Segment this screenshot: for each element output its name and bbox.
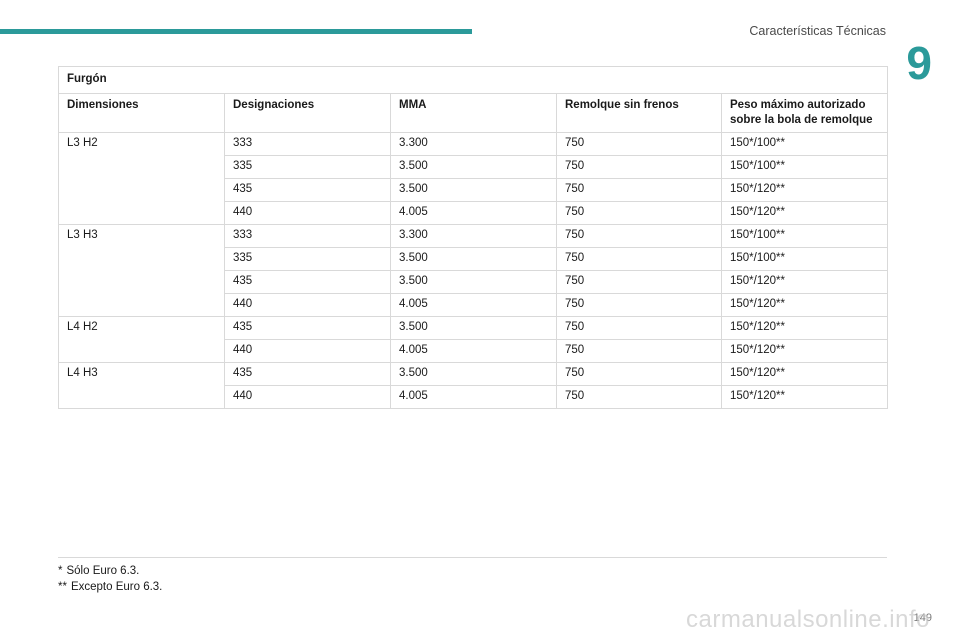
towball-load-cell: 150*/100** bbox=[720, 247, 889, 271]
designation-cell: 440 bbox=[224, 293, 391, 317]
chapter-number: 9 bbox=[906, 37, 932, 89]
mma-cell: 3.500 bbox=[390, 178, 557, 202]
designation-cell: 335 bbox=[224, 247, 391, 271]
column-header-remolque-sin-frenos: Remolque sin frenos bbox=[556, 93, 722, 133]
mma-cell: 3.300 bbox=[390, 132, 557, 156]
footnote-euro63-only: * Sólo Euro 6.3. bbox=[58, 565, 139, 577]
table-caption: Furgón bbox=[57, 66, 889, 94]
unbraked-trailer-cell: 750 bbox=[556, 339, 722, 363]
dimension-cell: L3 H2 bbox=[58, 132, 225, 225]
table-row: L4 H2 435 3.500 750 150*/120** bbox=[58, 316, 889, 363]
unbraked-trailer-cell: 750 bbox=[556, 201, 722, 225]
towball-load-cell: 150*/120** bbox=[720, 201, 889, 225]
mma-cell: 4.005 bbox=[390, 385, 557, 409]
column-header-designaciones: Designaciones bbox=[224, 93, 391, 133]
header-accent-bar bbox=[0, 29, 472, 34]
designation-cell: 440 bbox=[224, 339, 391, 363]
designation-cell: 435 bbox=[224, 362, 391, 386]
towball-load-cell: 150*/100** bbox=[720, 132, 889, 156]
table-row: L3 H2 333 3.300 750 150*/100** bbox=[58, 132, 889, 225]
mma-cell: 3.500 bbox=[390, 247, 557, 271]
towball-load-cell: 150*/100** bbox=[720, 155, 889, 179]
towball-load-cell: 150*/100** bbox=[720, 224, 889, 248]
dimension-cell: L4 H3 bbox=[58, 362, 225, 409]
footnote-text: Sólo Euro 6.3. bbox=[66, 565, 140, 577]
towball-load-cell: 150*/120** bbox=[720, 293, 889, 317]
table-body: L3 H2 333 3.300 750 150*/100** 335 3.500 750 150… bbox=[58, 132, 889, 409]
footnote-except-euro63: ** Excepto Euro 6.3. bbox=[58, 581, 162, 593]
unbraked-trailer-cell: 750 bbox=[556, 316, 722, 340]
dimension-cell: L3 H3 bbox=[58, 224, 225, 317]
footnote-text: Excepto Euro 6.3. bbox=[70, 581, 163, 593]
towball-load-cell: 150*/120** bbox=[720, 339, 889, 363]
towball-load-cell: 150*/120** bbox=[720, 362, 889, 386]
towball-load-cell: 150*/120** bbox=[720, 385, 889, 409]
unbraked-trailer-cell: 750 bbox=[556, 224, 722, 248]
table-row: L4 H3 435 3.500 750 150*/120** bbox=[58, 362, 889, 409]
footnote-mark: * bbox=[58, 565, 63, 577]
designation-cell: 440 bbox=[224, 201, 391, 225]
designation-cell: 435 bbox=[224, 178, 391, 202]
dimension-cell: L4 H2 bbox=[58, 316, 225, 363]
unbraked-trailer-cell: 750 bbox=[556, 155, 722, 179]
mma-cell: 3.500 bbox=[390, 155, 557, 179]
unbraked-trailer-cell: 750 bbox=[556, 362, 722, 386]
designation-cell: 440 bbox=[224, 385, 391, 409]
column-header-dimensiones: Dimensiones bbox=[58, 93, 225, 133]
towing-specs-table: Furgón Dimensiones Designaciones MMA Rem… bbox=[57, 66, 889, 409]
mma-cell: 4.005 bbox=[390, 339, 557, 363]
mma-cell: 3.500 bbox=[390, 270, 557, 294]
mma-cell: 4.005 bbox=[390, 201, 557, 225]
table-row: L3 H3 333 3.300 750 150*/100** bbox=[58, 224, 889, 317]
unbraked-trailer-cell: 750 bbox=[556, 293, 722, 317]
towball-load-cell: 150*/120** bbox=[720, 178, 889, 202]
designation-cell: 335 bbox=[224, 155, 391, 179]
section-title: Características Técnicas bbox=[749, 24, 886, 38]
column-header-peso-maximo-bola: Peso máximo autorizado sobre la bola de … bbox=[720, 93, 889, 133]
unbraked-trailer-cell: 750 bbox=[556, 385, 722, 409]
designation-cell: 333 bbox=[224, 224, 391, 248]
designation-cell: 435 bbox=[224, 270, 391, 294]
designation-cell: 435 bbox=[224, 316, 391, 340]
unbraked-trailer-cell: 750 bbox=[556, 247, 722, 271]
column-header-mma: MMA bbox=[390, 93, 557, 133]
watermark: carmanualsonline.info bbox=[686, 606, 930, 633]
mma-cell: 4.005 bbox=[390, 293, 557, 317]
mma-cell: 3.500 bbox=[390, 316, 557, 340]
unbraked-trailer-cell: 750 bbox=[556, 178, 722, 202]
towball-load-cell: 150*/120** bbox=[720, 270, 889, 294]
towball-load-cell: 150*/120** bbox=[720, 316, 889, 340]
unbraked-trailer-cell: 750 bbox=[556, 270, 722, 294]
footnote-mark: ** bbox=[58, 581, 67, 593]
designation-cell: 333 bbox=[224, 132, 391, 156]
footnotes-divider bbox=[58, 557, 887, 558]
mma-cell: 3.500 bbox=[390, 362, 557, 386]
mma-cell: 3.300 bbox=[390, 224, 557, 248]
unbraked-trailer-cell: 750 bbox=[556, 132, 722, 156]
